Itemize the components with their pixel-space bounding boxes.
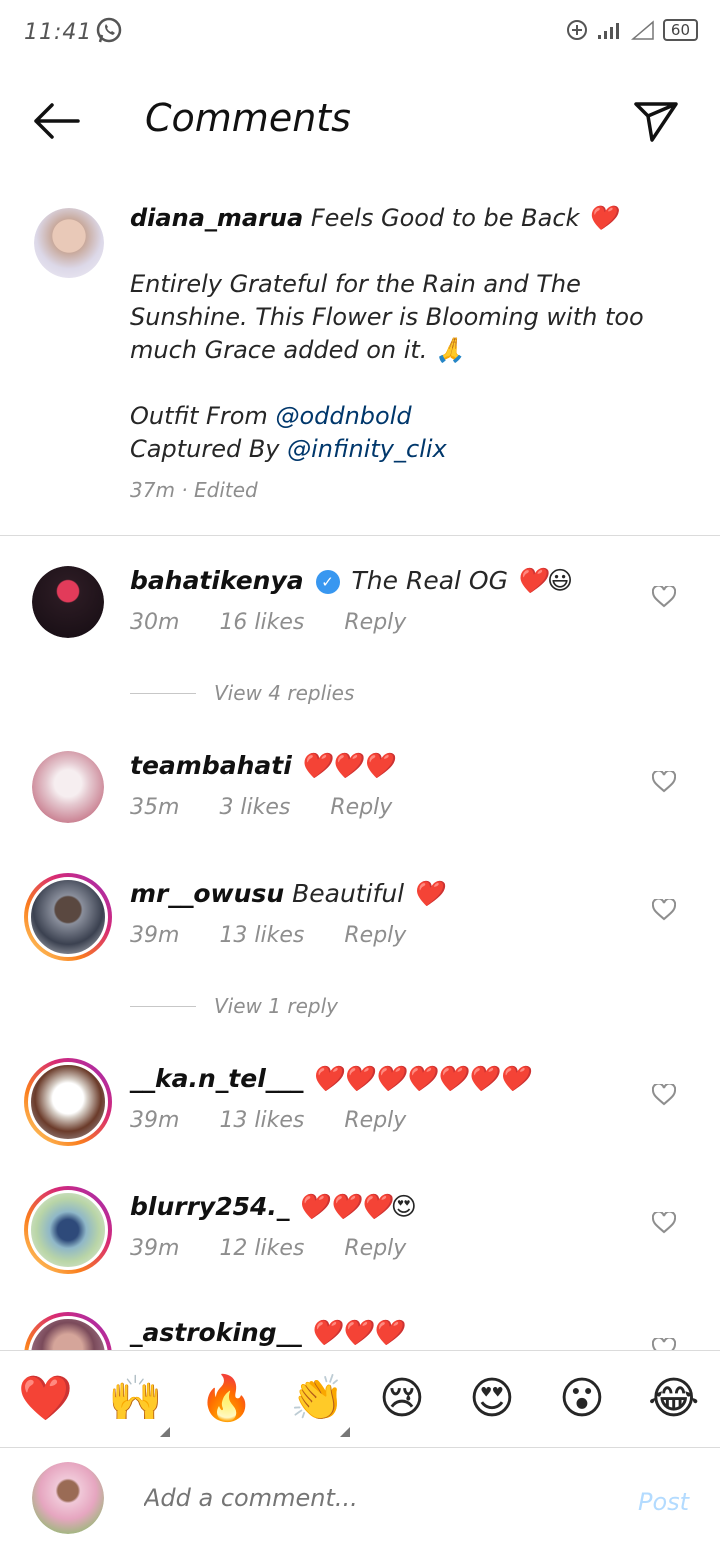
comment-item: __ka.n_tel___ ❤️❤️❤️❤️❤️❤️❤️ 39m 13 like…: [0, 1058, 720, 1164]
heart-outline-icon[interactable]: [652, 899, 676, 921]
reply-button[interactable]: Reply: [344, 923, 406, 948]
view-replies-label: View 4 replies: [214, 681, 355, 705]
view-replies-label: View 1 reply: [214, 994, 338, 1018]
battery-indicator: 60: [662, 19, 698, 41]
comment-composer: Post: [0, 1448, 720, 1548]
comment-time: 39m: [130, 1108, 180, 1133]
comment-time: 39m: [130, 1236, 180, 1261]
avatar[interactable]: [34, 208, 104, 278]
comment-text: The Real OG ❤️😃: [351, 566, 574, 595]
comment-input[interactable]: [144, 1484, 584, 1512]
comment-likes[interactable]: 13 likes: [219, 1108, 304, 1133]
comment-username[interactable]: mr__owusu: [130, 879, 284, 908]
view-replies-button[interactable]: View 1 reply: [130, 991, 530, 1021]
comment-username[interactable]: _astroking__: [130, 1318, 302, 1347]
emoji-fire-button[interactable]: 🔥: [199, 1373, 254, 1425]
data-saver-icon: [566, 20, 587, 40]
emoji-laughing-button[interactable]: 😂: [648, 1373, 699, 1425]
comment-item: bahatikenya ✓ The Real OG ❤️😃 30m 16 lik…: [0, 566, 720, 666]
comment-likes[interactable]: 13 likes: [219, 923, 304, 948]
comment-item: teambahati ❤️❤️❤️ 35m 3 likes Reply: [0, 751, 720, 851]
reply-button[interactable]: Reply: [344, 610, 406, 635]
post-caption: diana_marua Feels Good to be Back ❤️ Ent…: [0, 196, 720, 536]
comment-text: ❤️❤️❤️❤️❤️❤️❤️: [311, 1064, 530, 1093]
emoji-raised-hands-button[interactable]: 🙌: [108, 1373, 163, 1425]
mention-link[interactable]: @oddnbold: [275, 402, 411, 430]
heart-outline-icon[interactable]: [652, 1084, 676, 1106]
emoji-heart-button[interactable]: ❤️: [18, 1373, 73, 1425]
heart-outline-icon[interactable]: [652, 1212, 676, 1234]
signal-icon: [597, 23, 619, 39]
comment-likes[interactable]: 16 likes: [219, 610, 304, 635]
divider: [130, 1005, 196, 1007]
comment-text: ❤️❤️❤️: [309, 1318, 403, 1347]
comment-username[interactable]: __ka.n_tel___: [130, 1064, 303, 1093]
divider: [130, 692, 196, 694]
comment-text: ❤️❤️❤️😍: [297, 1192, 417, 1221]
whatsapp-icon: [96, 17, 122, 43]
comment-time: 35m: [130, 795, 180, 820]
comment-time: 30m: [130, 610, 180, 635]
mention-link[interactable]: @infinity_clix: [287, 435, 447, 463]
caption-line: Feels Good to be Back ❤️: [310, 204, 617, 232]
view-replies-button[interactable]: View 4 replies: [130, 678, 530, 708]
avatar[interactable]: [32, 751, 104, 823]
skin-tone-indicator-icon: [340, 1427, 350, 1437]
comment-item: mr__owusu Beautiful ❤️ 39m 13 likes Repl…: [0, 873, 720, 979]
comment-username[interactable]: bahatikenya: [130, 566, 304, 595]
comment-likes[interactable]: 3 likes: [219, 795, 290, 820]
page-title: Comments: [145, 96, 351, 140]
caption-meta: 37m · Edited: [130, 478, 258, 502]
status-time: 11:41: [24, 20, 93, 45]
post-button[interactable]: Post: [638, 1488, 689, 1516]
avatar-story-ring[interactable]: [24, 1058, 112, 1146]
status-icons: 60: [565, 18, 698, 42]
caption-paragraph: Entirely Grateful for the Rain and The S…: [130, 270, 644, 364]
header: Comments: [0, 76, 720, 166]
captured-prefix: Captured By: [130, 435, 280, 463]
verified-badge-icon: ✓: [315, 570, 340, 594]
avatar-story-ring[interactable]: [24, 1186, 112, 1274]
back-arrow-icon[interactable]: [30, 98, 82, 144]
comment-username[interactable]: teambahati: [130, 751, 292, 780]
heart-outline-icon[interactable]: [652, 586, 676, 608]
avatar-story-ring[interactable]: [24, 873, 112, 961]
emoji-clap-button[interactable]: 👏: [290, 1373, 345, 1425]
reply-button[interactable]: Reply: [344, 1108, 406, 1133]
emoji-surprised-button[interactable]: 😮: [559, 1373, 605, 1425]
comment-text: Beautiful ❤️: [292, 879, 444, 908]
comment-text: ❤️❤️❤️: [299, 751, 394, 780]
reply-button[interactable]: Reply: [344, 1236, 406, 1261]
send-icon[interactable]: [632, 98, 680, 144]
avatar[interactable]: [32, 566, 104, 638]
comment-time: 39m: [130, 923, 180, 948]
emoji-crying-button[interactable]: 😢: [379, 1373, 425, 1425]
reply-button[interactable]: Reply: [330, 795, 392, 820]
comment-username[interactable]: blurry254._: [130, 1192, 289, 1221]
skin-tone-indicator-icon: [160, 1427, 170, 1437]
avatar: [32, 1462, 104, 1534]
outfit-prefix: Outfit From: [130, 402, 268, 430]
emoji-heart-eyes-button[interactable]: 😍: [469, 1373, 515, 1425]
heart-outline-icon[interactable]: [652, 771, 676, 793]
caption-username[interactable]: diana_marua: [130, 204, 303, 232]
quick-emoji-bar: ❤️ 🙌 🔥 👏 😢 😍 😮 😂: [0, 1350, 720, 1448]
status-bar: 11:41 60: [0, 0, 720, 64]
comment-item: blurry254._ ❤️❤️❤️😍 39m 12 likes Reply: [0, 1186, 720, 1292]
signal-empty-icon: [630, 20, 654, 40]
comment-likes[interactable]: 12 likes: [219, 1236, 304, 1261]
